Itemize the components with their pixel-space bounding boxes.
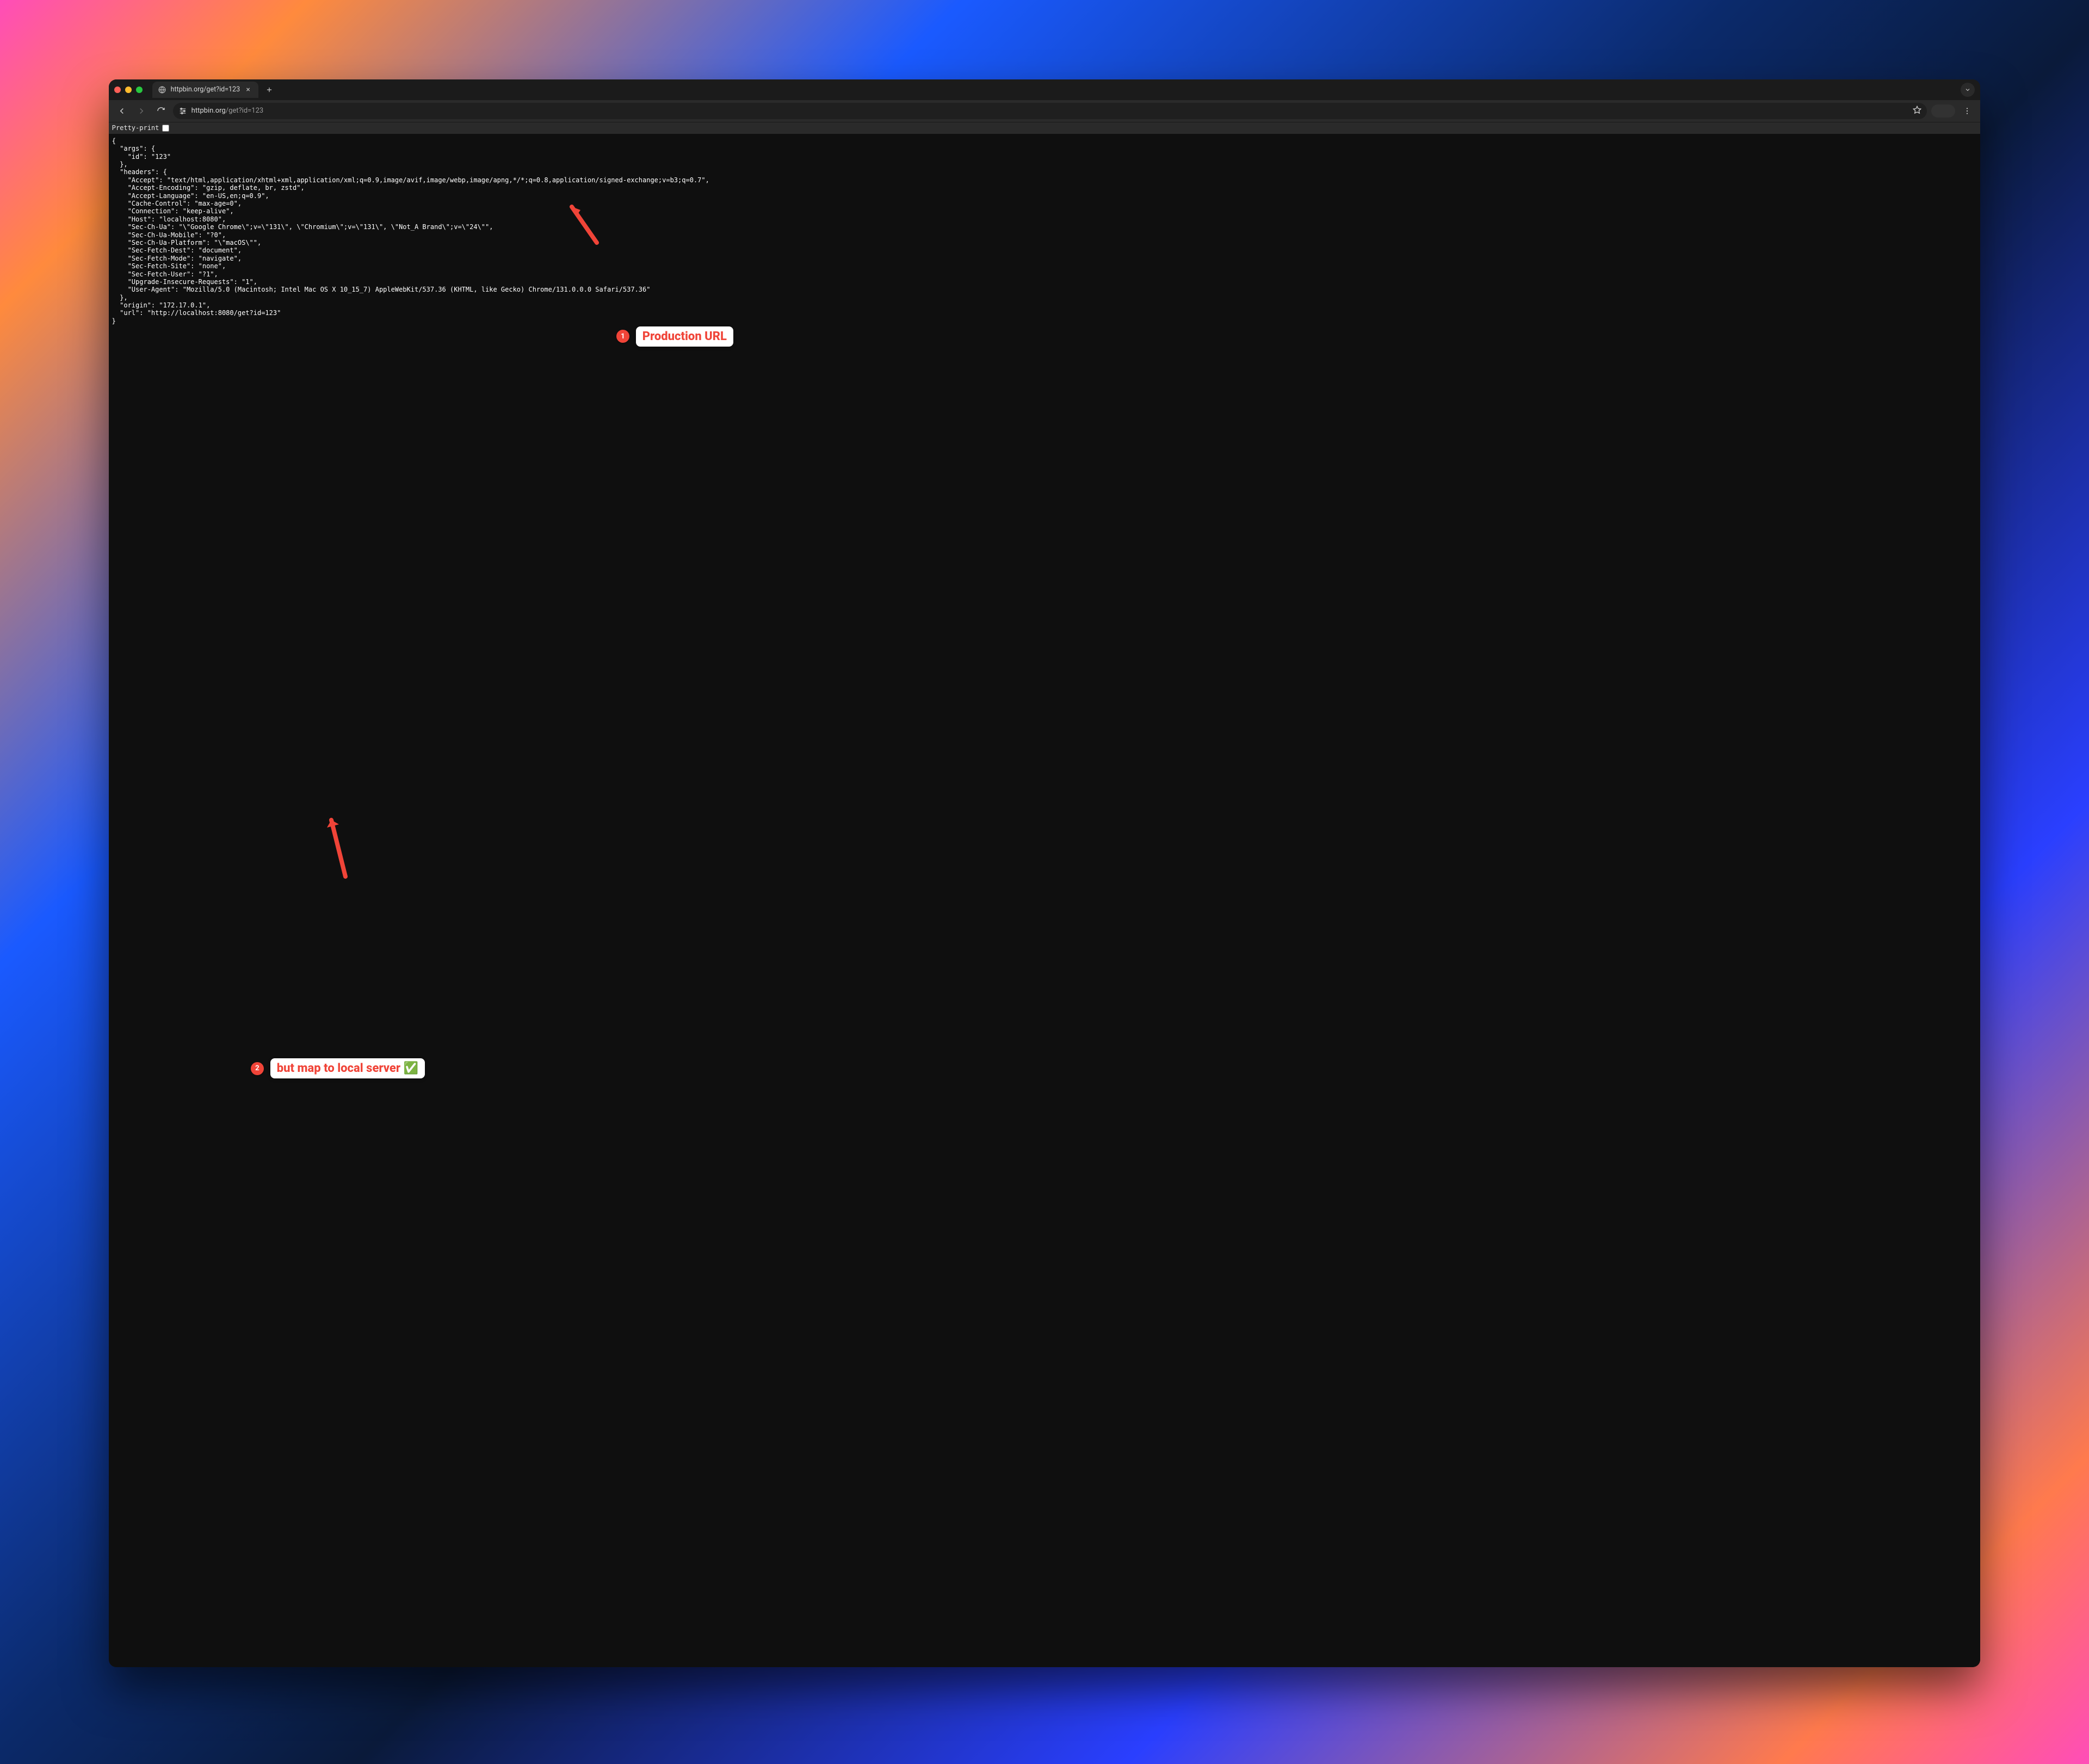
site-settings-icon[interactable] [178,107,187,115]
globe-icon [158,85,166,94]
close-tab-button[interactable]: × [244,86,252,94]
extension-pill[interactable] [1931,104,1955,118]
pretty-print-checkbox[interactable] [162,125,169,132]
browser-tab[interactable]: httpbin.org/get?id=123 × [152,82,258,98]
pretty-print-label: Pretty-print [112,124,159,132]
json-response-body[interactable]: { "args": { "id": "123" }, "headers": { … [109,134,1981,1667]
back-button[interactable] [114,103,129,119]
chrome-menu-button[interactable] [1960,103,1975,119]
address-bar[interactable]: httpbin.org/get?id=123 [173,103,1927,119]
browser-window: httpbin.org/get?id=123 × [109,79,1981,1667]
tab-title: httpbin.org/get?id=123 [171,85,240,94]
forward-button[interactable] [134,103,149,119]
browser-toolbar: httpbin.org/get?id=123 [109,100,1981,122]
tab-strip: httpbin.org/get?id=123 × [109,79,1981,100]
window-zoom-button[interactable] [136,87,143,93]
tab-overflow-button[interactable] [1961,83,1975,97]
new-tab-button[interactable] [263,83,276,96]
window-close-button[interactable] [114,87,121,93]
window-controls [114,87,143,93]
window-minimize-button[interactable] [125,87,132,93]
bookmark-star-icon[interactable] [1913,106,1921,116]
reload-button[interactable] [153,103,169,119]
address-bar-url: httpbin.org/get?id=123 [191,107,264,115]
pretty-print-bar: Pretty-print [109,122,1981,134]
